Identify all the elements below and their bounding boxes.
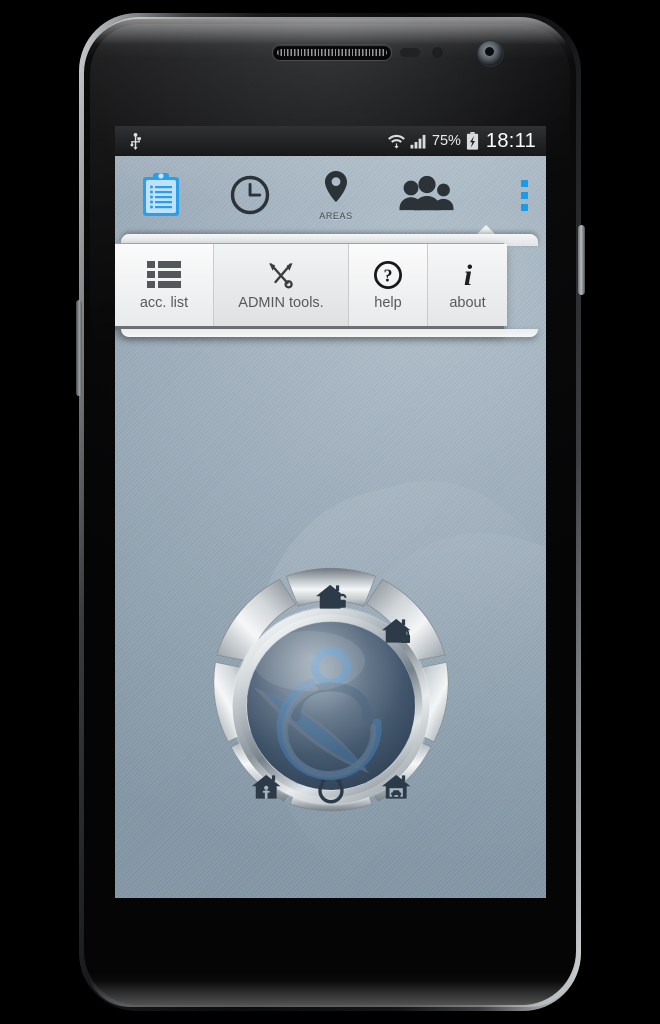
status-bar-right: 75% 18:11 — [387, 129, 546, 153]
control-dial — [191, 541, 471, 871]
help-circle-icon: ? — [373, 260, 403, 290]
status-bar-clock: 18:11 — [485, 129, 536, 152]
overflow-dot-3 — [520, 203, 528, 211]
menu-item-about[interactable]: i about — [428, 244, 507, 326]
power-button[interactable] — [578, 225, 585, 295]
overflow-dot-2 — [520, 191, 528, 199]
menu-item-admin-tools[interactable]: ADMIN tools. — [214, 244, 349, 326]
tab-areas[interactable]: AREAS — [293, 156, 379, 234]
usb-icon — [130, 132, 141, 150]
control-dial-svg — [213, 567, 448, 812]
overflow-menu-bottom-edge — [121, 329, 538, 337]
tab-schedule[interactable] — [207, 156, 293, 234]
front-camera — [478, 41, 503, 66]
menu-item-about-label: about — [449, 294, 486, 311]
overflow-menu-panel: acc. list ADMIN tools. ? help i about — [115, 243, 507, 330]
status-bar: 75% 18:11 — [115, 126, 546, 156]
screenshot-root: 75% 18:11 AREAS acc. list ADMIN tools. ?… — [0, 0, 660, 1024]
menu-item-acc-list[interactable]: acc. list — [115, 244, 214, 326]
light-sensor — [432, 47, 443, 58]
status-orb[interactable] — [246, 622, 415, 790]
proximity-sensor — [400, 48, 420, 57]
svg-text:i: i — [463, 260, 472, 290]
tab-accounts[interactable] — [115, 156, 207, 234]
clipboard-list-icon — [143, 172, 179, 216]
people-group-icon — [399, 175, 454, 210]
clock-icon — [230, 175, 270, 214]
cellular-signal-icon — [410, 134, 426, 149]
info-italic-icon: i — [457, 260, 479, 290]
overflow-menu-pointer — [477, 225, 495, 234]
list-icon — [147, 260, 181, 290]
tab-areas-label: AREAS — [319, 210, 353, 221]
volume-button[interactable] — [76, 300, 82, 396]
menu-item-help[interactable]: ? help — [349, 244, 428, 326]
earpiece-speaker — [272, 44, 392, 61]
overflow-menu-icon[interactable] — [502, 156, 546, 234]
map-pin-icon — [325, 170, 347, 202]
tab-users[interactable] — [379, 156, 475, 234]
menu-item-help-label: help — [374, 294, 402, 311]
dial-segment-disarm[interactable] — [285, 567, 376, 607]
wifi-icon — [387, 134, 405, 149]
action-bar: AREAS — [115, 156, 546, 234]
battery-percent-label: 75% — [431, 133, 461, 149]
menu-item-acc-list-label: acc. list — [139, 294, 189, 311]
overflow-dot-1 — [520, 179, 528, 187]
menu-item-admin-tools-label: ADMIN tools. — [238, 294, 324, 311]
tools-icon — [266, 260, 296, 290]
status-bar-left — [115, 132, 143, 150]
svg-text:?: ? — [384, 265, 393, 285]
battery-charging-icon — [466, 132, 479, 150]
phone-screen: 75% 18:11 AREAS acc. list ADMIN tools. ?… — [115, 126, 546, 898]
